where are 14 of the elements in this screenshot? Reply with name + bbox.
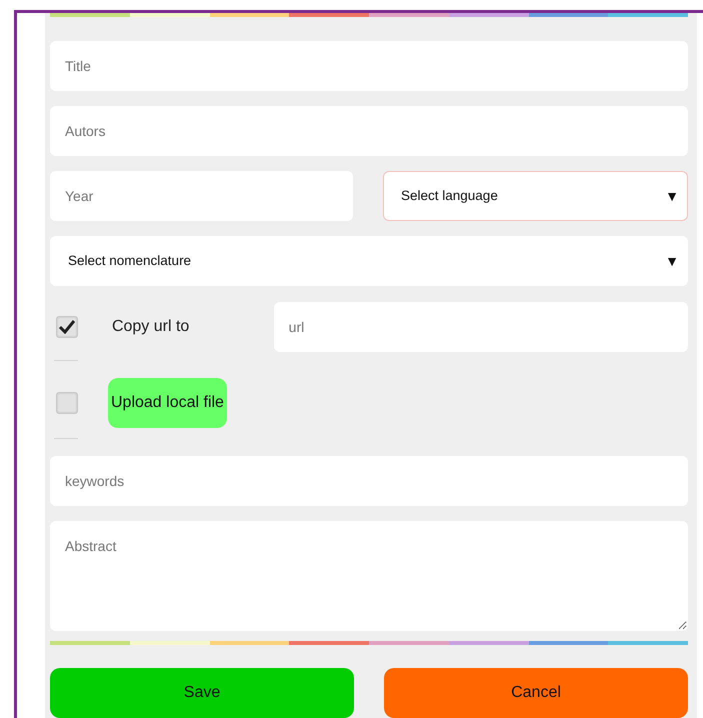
abstract-field[interactable]: Abstract bbox=[50, 521, 688, 631]
save-button[interactable]: Save bbox=[50, 668, 354, 718]
checkbox[interactable] bbox=[56, 316, 78, 338]
year-field[interactable]: Year bbox=[50, 171, 353, 221]
keywords-field[interactable]: keywords bbox=[50, 456, 688, 506]
nomenclature-select[interactable]: Select nomenclature ▼ bbox=[50, 236, 688, 286]
upload-button[interactable]: Upload local file bbox=[108, 378, 227, 428]
cancel-button[interactable]: Cancel bbox=[384, 668, 688, 718]
copy-url-label: Copy url to bbox=[112, 317, 190, 337]
authors-field[interactable]: Autors bbox=[50, 106, 688, 156]
checkbox[interactable] bbox=[56, 392, 78, 414]
language-select[interactable]: Select language ▼ bbox=[383, 171, 688, 221]
title-field[interactable]: Title bbox=[50, 41, 688, 91]
url-field[interactable]: url bbox=[274, 302, 688, 352]
